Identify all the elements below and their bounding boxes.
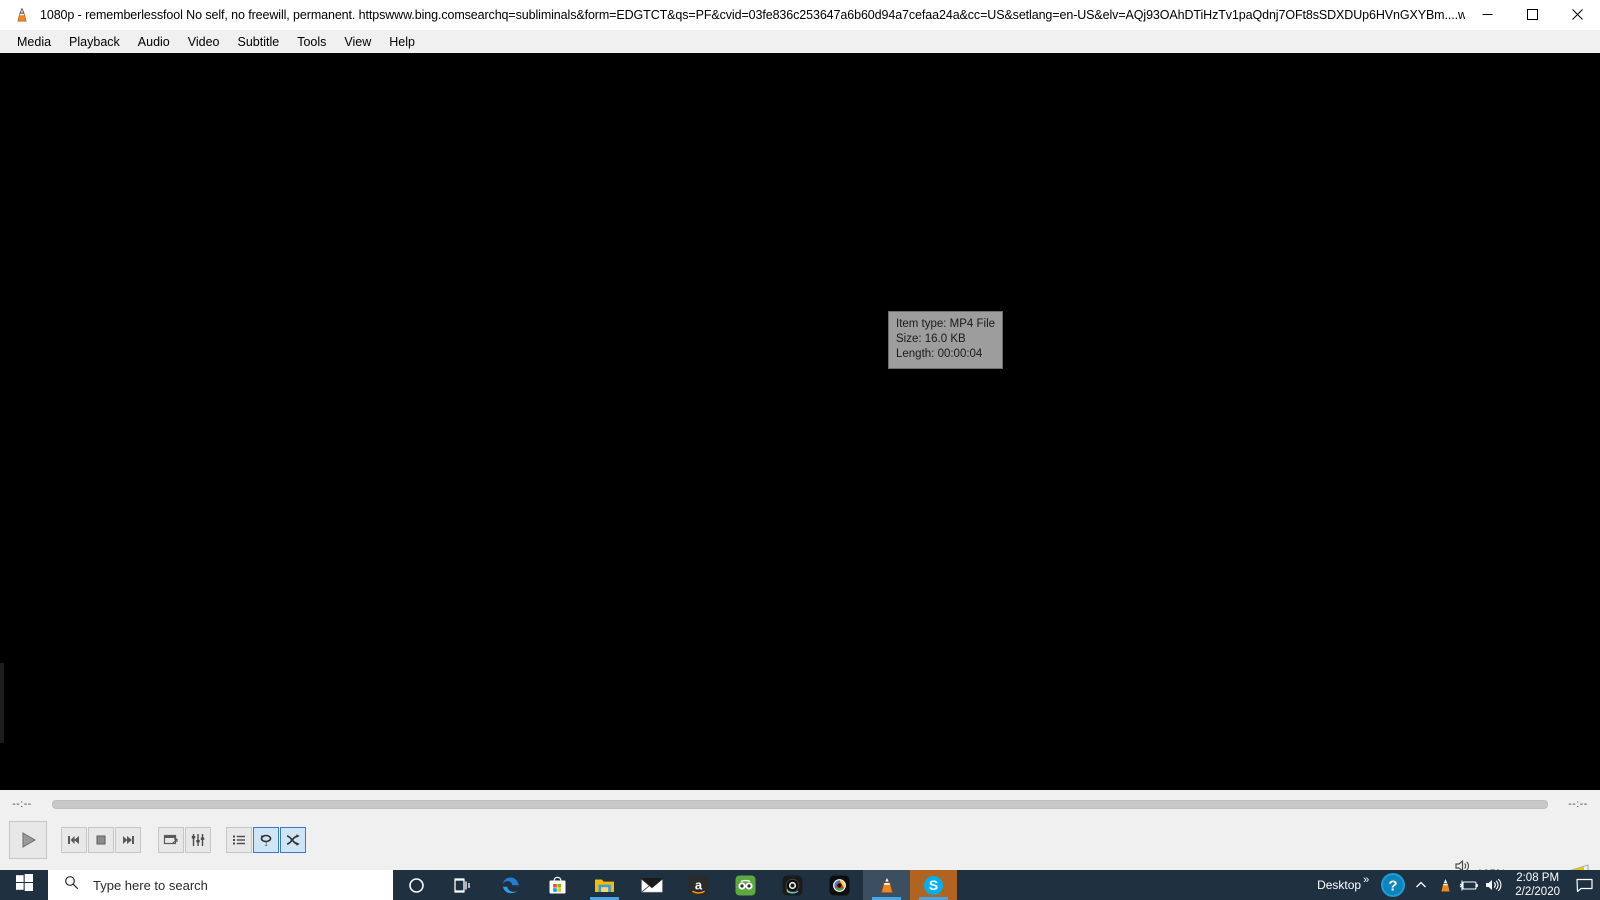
- seek-slider[interactable]: [52, 799, 1548, 809]
- screen: 1080p - rememberlessfool No self, no fre…: [0, 0, 1600, 900]
- tooltip-size: Size: 16.0 KB: [896, 333, 966, 345]
- title-bar[interactable]: 1080p - rememberlessfool No self, no fre…: [0, 0, 1600, 30]
- system-tray: Desktop » ? 2:08 PM 2/2/2020: [1317, 870, 1600, 900]
- windows-taskbar: Type here to search a S Desktop » ? 2:08…: [0, 870, 1600, 900]
- menu-item-media[interactable]: Media: [8, 32, 60, 52]
- stop-button[interactable]: [88, 827, 114, 853]
- action-center-icon[interactable]: [1570, 870, 1598, 900]
- file-explorer-icon[interactable]: [581, 870, 628, 900]
- camera-dark-icon[interactable]: [769, 870, 816, 900]
- seek-row: --:-- --:--: [0, 794, 1600, 814]
- video-edge-artifact: [0, 663, 4, 743]
- clock[interactable]: 2:08 PM 2/2/2020: [1505, 870, 1570, 900]
- clock-time: 2:08 PM: [1516, 872, 1560, 884]
- menu-item-tools[interactable]: Tools: [288, 32, 335, 52]
- menu-item-audio[interactable]: Audio: [129, 32, 179, 52]
- previous-button[interactable]: [61, 827, 87, 853]
- vlc-icon[interactable]: [863, 870, 910, 900]
- loop-button[interactable]: 1: [253, 827, 279, 853]
- search-icon: [64, 875, 79, 895]
- elapsed-time: --:--: [12, 798, 32, 810]
- skype-icon[interactable]: S: [910, 870, 957, 900]
- desktop-peek-label[interactable]: Desktop: [1317, 878, 1361, 892]
- window-title: 1080p - rememberlessfool No self, no fre…: [40, 7, 1465, 22]
- microsoft-store-icon[interactable]: [534, 870, 581, 900]
- tooltip-length: Length: 00:00:04: [896, 348, 983, 360]
- vlc-tray-icon[interactable]: [1433, 870, 1457, 900]
- menu-item-playback[interactable]: Playback: [60, 32, 129, 52]
- minimize-button[interactable]: [1465, 0, 1510, 30]
- tray-overflow-indicator[interactable]: »: [1363, 874, 1369, 886]
- maximize-button[interactable]: [1510, 0, 1555, 30]
- task-view-icon[interactable]: [440, 870, 487, 900]
- svg-text:1: 1: [264, 842, 268, 848]
- amazon-icon[interactable]: a: [675, 870, 722, 900]
- mail-icon[interactable]: [628, 870, 675, 900]
- search-input[interactable]: Type here to search: [48, 870, 393, 900]
- menu-item-video[interactable]: Video: [179, 32, 229, 52]
- tooltip-item-type: Item type: MP4 File: [896, 318, 996, 330]
- vlc-window: 1080p - rememberlessfool No self, no fre…: [0, 0, 1600, 890]
- windows-logo-icon: [15, 874, 33, 896]
- window-controls: [1465, 0, 1600, 30]
- vlc-cone-icon: [14, 7, 30, 23]
- taskbar-app-icons: a S: [393, 870, 957, 900]
- menu-item-subtitle[interactable]: Subtitle: [229, 32, 289, 52]
- svg-text:S: S: [929, 877, 938, 893]
- extended-settings-button[interactable]: [185, 827, 211, 853]
- file-info-tooltip: Item type: MP4 File Size: 16.0 KB Length…: [888, 311, 1004, 369]
- control-bar: --:-- --:-- 1: [0, 790, 1600, 890]
- close-button[interactable]: [1555, 0, 1600, 30]
- menu-item-view[interactable]: View: [335, 32, 380, 52]
- clock-date: 2/2/2020: [1515, 886, 1560, 898]
- play-button[interactable]: [9, 821, 47, 859]
- svg-text:?: ?: [1389, 878, 1398, 895]
- random-button[interactable]: [280, 827, 306, 853]
- playlist-button[interactable]: [226, 827, 252, 853]
- transport-buttons: 1: [0, 816, 1600, 890]
- start-button[interactable]: [0, 870, 48, 900]
- next-button[interactable]: [115, 827, 141, 853]
- video-surface[interactable]: Item type: MP4 File Size: 16.0 KB Length…: [0, 53, 1600, 790]
- svg-text:a: a: [695, 877, 703, 892]
- volume-icon[interactable]: [1481, 870, 1505, 900]
- edge-icon[interactable]: [487, 870, 534, 900]
- menu-item-help[interactable]: Help: [380, 32, 424, 52]
- battery-icon[interactable]: [1457, 870, 1481, 900]
- fullscreen-button[interactable]: [158, 827, 184, 853]
- menu-bar: Media Playback Audio Video Subtitle Tool…: [0, 30, 1600, 53]
- chevron-up-icon[interactable]: [1409, 870, 1433, 900]
- remaining-time: --:--: [1568, 798, 1588, 810]
- tripadvisor-icon[interactable]: [722, 870, 769, 900]
- help-icon[interactable]: ?: [1377, 870, 1409, 900]
- cortana-icon[interactable]: [393, 870, 440, 900]
- camera-color-icon[interactable]: [816, 870, 863, 900]
- search-placeholder: Type here to search: [93, 877, 208, 893]
